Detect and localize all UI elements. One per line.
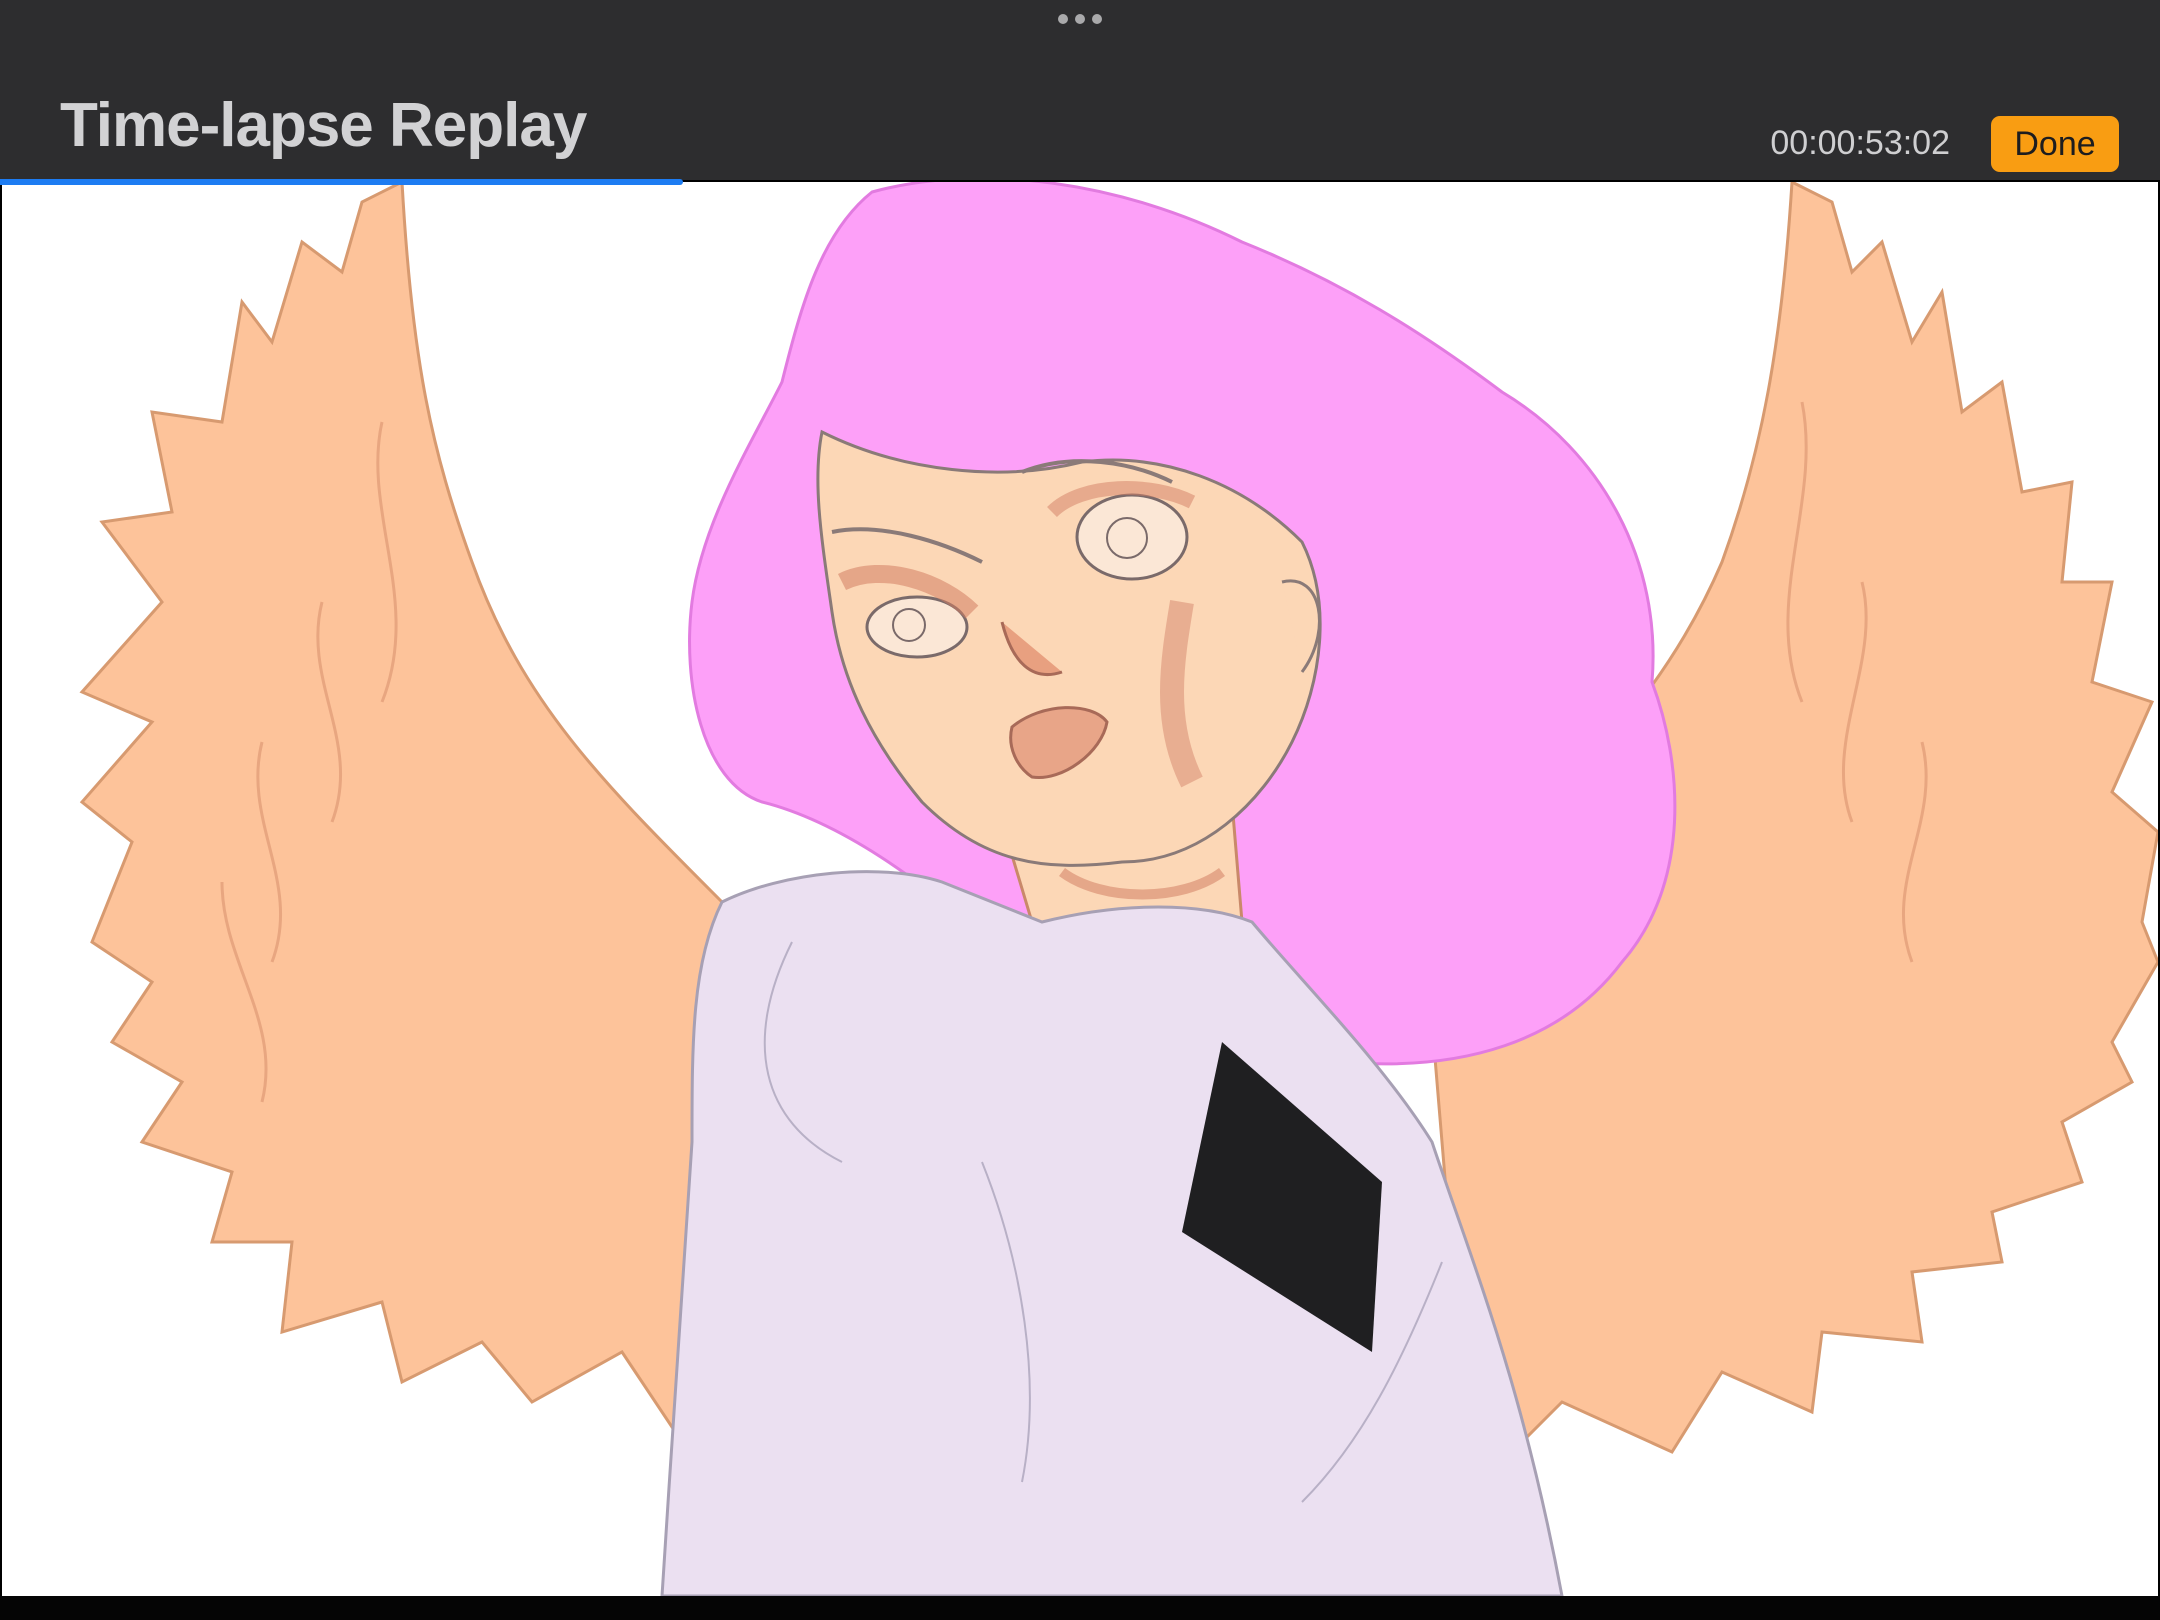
page-title: Time-lapse Replay [60, 91, 587, 160]
replay-header: Time-lapse Replay 00:00:53:02 Done [0, 0, 2160, 180]
artwork-illustration [79, 182, 2158, 1596]
replay-progress-fill [0, 179, 683, 185]
done-button[interactable]: Done [1991, 116, 2119, 172]
artwork-canvas [2, 182, 2158, 1596]
replay-progress-bar[interactable] [0, 179, 2160, 185]
bottom-bar [0, 1596, 2160, 1620]
elapsed-time: 00:00:53:02 [1770, 124, 1950, 162]
more-dots-icon[interactable] [1058, 13, 1102, 25]
left-wing [79, 182, 724, 1445]
